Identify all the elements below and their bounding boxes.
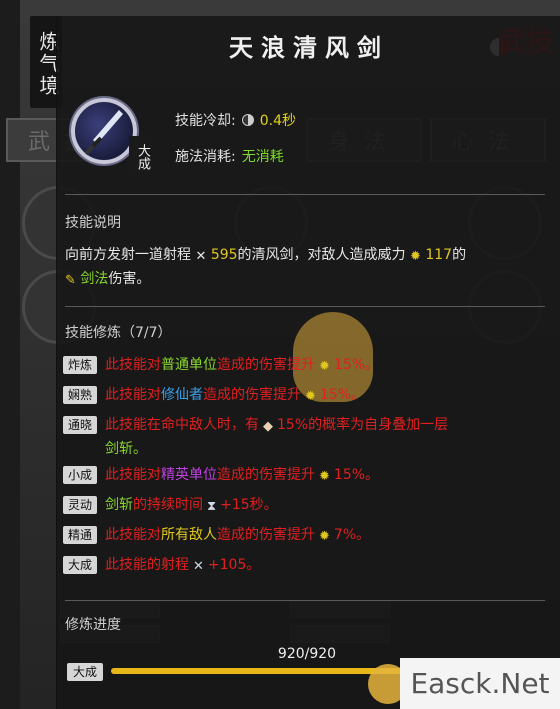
desc-text: 向前方发射一道射程: [65, 247, 191, 263]
upgrade-text: 此技能对精英单位造成的伤害提升 ✹ 15%。: [105, 464, 379, 488]
upgrade-post: 造成的伤害提升: [217, 357, 315, 373]
cooldown-label: 技能冷却:: [175, 113, 236, 129]
cost-label: 施法消耗:: [175, 149, 236, 165]
gem-icon: ◆: [263, 419, 273, 434]
divider: [65, 306, 545, 307]
watermark: Easck.Net: [400, 658, 560, 709]
upgrade-tag: 通晓: [63, 416, 97, 434]
upgrade-value: 15%的概率为自身叠加一层: [277, 417, 449, 433]
upgrade-text: 此技能对所有敌人造成的伤害提升 ✹ 7%。: [105, 524, 370, 548]
brush-icon: ✎: [65, 273, 76, 288]
upgrade-row: 通晓 此技能在命中敌人时，有 ◆ 15%的概率为自身叠加一层剑斩。: [63, 414, 553, 460]
upgrade-text: 此技能对修仙者造成的伤害提升 ✹ 15%。: [105, 384, 365, 408]
upgrade-value: 15%。: [333, 357, 380, 373]
upgrade-value: 7%。: [333, 527, 371, 543]
upgrade-tag: 炸炼: [63, 356, 97, 374]
upgrade-post: 造成的伤害提升: [217, 527, 315, 543]
upgrade-row: 灵动 剑斩的持续时间 ⧗ +15秒。: [63, 494, 553, 518]
left-strip: [0, 0, 20, 709]
upgrade-text: 此技能的射程 ✕ +105。: [105, 554, 260, 578]
upgrade-tag: 大成: [63, 556, 97, 574]
upgrade-pre: 此技能在命中敌人时，有: [105, 417, 259, 433]
cooldown-icon: [241, 114, 254, 126]
hourglass-icon: ⧗: [207, 499, 217, 514]
upgrade-tag: 娴熟: [63, 386, 97, 404]
crossed-swords-icon: ✕: [193, 559, 204, 574]
upgrade-key: 精英单位: [161, 467, 217, 483]
cost-value: 无消耗: [241, 149, 284, 165]
desc-text: 伤害。: [108, 271, 151, 287]
upgrade-row: 炸炼 此技能对普通单位造成的伤害提升 ✹ 15%。: [63, 354, 553, 378]
sunburst-icon: ✹: [410, 249, 421, 264]
skill-description: 向前方发射一道射程 ✕ 595的清风剑，对敌人造成威力 ✹ 117的 ✎ 剑法伤…: [65, 244, 545, 292]
upgrade-row: 大成 此技能的射程 ✕ +105。: [63, 554, 553, 578]
progress-rank-tag: 大成: [67, 663, 103, 681]
upgrade-row: 精通 此技能对所有敌人造成的伤害提升 ✹ 7%。: [63, 524, 553, 548]
upgrade-key: 剑斩: [105, 497, 133, 513]
range-value: 595: [210, 247, 238, 263]
upgrade-row: 小成 此技能对精英单位造成的伤害提升 ✹ 15%。: [63, 464, 553, 488]
sunburst-icon: ✹: [319, 359, 330, 374]
upgrade-pre: 此技能对: [105, 357, 161, 373]
upgrade-row: 娴熟 此技能对修仙者造成的伤害提升 ✹ 15%。: [63, 384, 553, 408]
upgrade-post: 的持续时间: [133, 497, 203, 513]
upgrade-pre: 此技能的射程: [105, 557, 189, 573]
upgrade-post: 造成的伤害提升: [217, 467, 315, 483]
sunburst-icon: ✹: [319, 529, 330, 544]
upgrade-pre: 此技能对: [105, 527, 161, 543]
upgrade-tag: 灵动: [63, 496, 97, 514]
upgrade-tag: 小成: [63, 466, 97, 484]
divider: [65, 600, 545, 601]
upgrade-text: 此技能在命中敌人时，有 ◆ 15%的概率为自身叠加一层剑斩。: [105, 414, 448, 460]
divider: [65, 194, 545, 195]
cost-row: 施法消耗: 无消耗: [175, 146, 284, 166]
upgrades-title: 技能修炼（7/7）: [65, 325, 172, 341]
rank-tag: 大成: [129, 136, 151, 176]
upgrade-value2: 剑斩。: [105, 441, 147, 457]
upgrade-key: 普通单位: [161, 357, 217, 373]
desc-text: 的: [452, 247, 467, 263]
crossed-swords-icon: ✕: [195, 249, 207, 264]
sunburst-icon: ✹: [305, 389, 316, 404]
description-title: 技能说明: [65, 215, 121, 231]
upgrade-pre: 此技能对: [105, 467, 161, 483]
upgrade-key: 修仙者: [161, 387, 203, 403]
upgrade-value: 15%。: [333, 467, 380, 483]
desc-text: 的清风剑，对敌人造成威力: [237, 247, 406, 263]
progress-title: 修炼进度: [65, 617, 121, 633]
skill-name: 天浪清风剑: [229, 32, 389, 62]
upgrade-value: +105。: [207, 557, 261, 573]
sword-skill-icon: [71, 98, 137, 164]
progress-value: 920/920: [277, 646, 337, 662]
upgrade-value: +15秒。: [220, 497, 278, 513]
weapon-type: 剑法: [80, 271, 109, 287]
cooldown-row: 技能冷却: 0.4秒: [175, 110, 296, 130]
upgrade-key: 所有敌人: [161, 527, 217, 543]
power-value: 117: [425, 247, 453, 263]
upgrade-pre: 此技能对: [105, 387, 161, 403]
sunburst-icon: ✹: [319, 469, 330, 484]
upgrade-text: 此技能对普通单位造成的伤害提升 ✹ 15%。: [105, 354, 379, 378]
upgrade-value: 15%。: [319, 387, 366, 403]
upgrade-tag: 精通: [63, 526, 97, 544]
upgrade-post: 造成的伤害提升: [203, 387, 301, 403]
skill-tooltip-panel: 天浪清风剑 大成 技能冷却: 0.4秒 施法消耗: 无消耗 技能说明 向前方发射…: [56, 16, 560, 709]
cooldown-value: 0.4秒: [259, 113, 296, 129]
upgrade-text: 剑斩的持续时间 ⧗ +15秒。: [105, 494, 278, 518]
